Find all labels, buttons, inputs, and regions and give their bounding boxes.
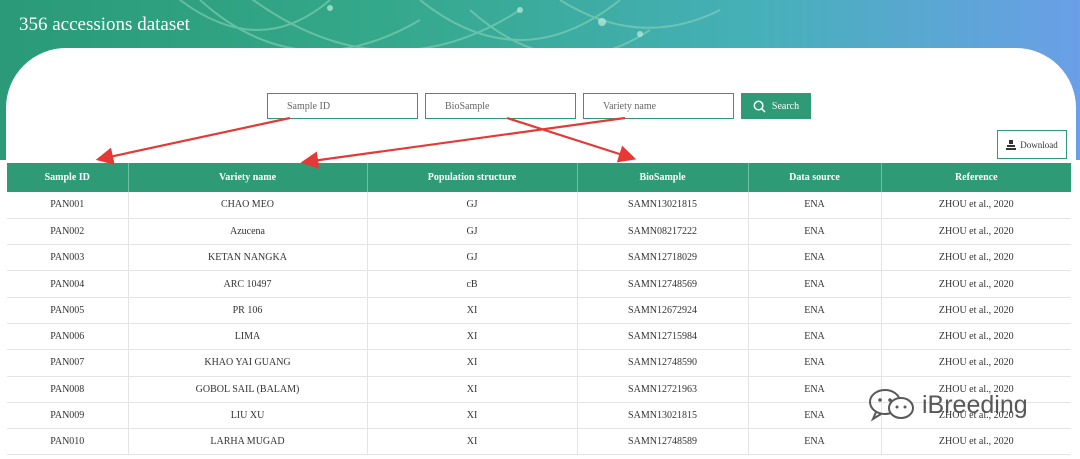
- watermark-text: iBreeding: [922, 390, 1028, 419]
- search-button-label: Search: [771, 100, 800, 112]
- population-structure-cell: XI: [367, 428, 578, 456]
- reference-cell: ZHOU et al., 2020: [881, 297, 1071, 324]
- reference-cell: ZHOU et al., 2020: [881, 192, 1071, 219]
- table-row: PAN001 CHAO MEO GJ SAMN13021815 ENA ZHOU et a…: [7, 192, 1071, 219]
- biosample-cell: SAMN12715984: [577, 323, 749, 351]
- reference-cell: ZHOU et al., 2020: [881, 323, 1071, 351]
- biosample-cell: SAMN12672924: [577, 297, 749, 324]
- variety-name-cell: KHAO YAI GUANG: [128, 349, 368, 377]
- download-icon: [1006, 139, 1017, 150]
- biosample-cell: SAMN12748589: [577, 428, 749, 456]
- variety-name-cell: GOBOL SAIL (BALAM): [128, 376, 368, 403]
- reference-cell: ZHOU et al., 2020: [881, 428, 1071, 456]
- table-row: PAN006 LIMA XI SAMN12715984 ENA ZHOU et al., …: [7, 323, 1071, 351]
- column-header-variety-name[interactable]: Variety name: [128, 163, 368, 192]
- variety-name-cell: PR 106: [128, 297, 368, 324]
- biosample-cell: SAMN13021815: [577, 402, 749, 430]
- sample-id-cell: PAN006: [7, 323, 129, 351]
- biosample-cell: SAMN12748590: [577, 349, 749, 377]
- table-row: PAN003 KETAN NANGKA GJ SAMN12718029 ENA ZHOU …: [7, 244, 1071, 272]
- data-source-cell: ENA: [748, 323, 882, 351]
- variety-name-cell: LIU XU: [128, 402, 368, 430]
- population-structure-cell: XI: [367, 349, 578, 377]
- population-structure-cell: cB: [367, 270, 578, 298]
- biosample-cell: SAMN08217222: [577, 218, 749, 246]
- biosample-cell: SAMN12748569: [577, 270, 749, 298]
- reference-cell: ZHOU et al., 2020: [881, 349, 1071, 377]
- variety-name-cell: LIMA: [128, 323, 368, 351]
- table-row: PAN002 Azucena GJ SAMN08217222 ENA ZHOU et al…: [7, 218, 1071, 246]
- data-source-cell: ENA: [748, 218, 882, 246]
- data-source-cell: ENA: [748, 428, 882, 456]
- variety-name-cell: ARC 10497: [128, 270, 368, 298]
- biosample-cell: SAMN13021815: [577, 192, 749, 219]
- watermark: iBreeding: [868, 388, 1028, 422]
- population-structure-cell: GJ: [367, 244, 578, 272]
- variety-name-cell: LARHA MUGAD: [128, 428, 368, 456]
- column-header-population-structure[interactable]: Population structure: [367, 163, 578, 192]
- sample-id-cell: PAN004: [7, 270, 129, 298]
- sample-id-input[interactable]: [267, 93, 418, 119]
- data-source-cell: ENA: [748, 297, 882, 324]
- search-button[interactable]: Search: [741, 93, 811, 119]
- table-header-row: Sample ID Variety name Population struct…: [7, 163, 1071, 192]
- table-row: PAN007 KHAO YAI GUANG XI SAMN12748590 ENA ZHO…: [7, 349, 1071, 377]
- reference-cell: ZHOU et al., 2020: [881, 270, 1071, 298]
- column-header-biosample[interactable]: BioSample: [577, 163, 749, 192]
- sample-id-cell: PAN002: [7, 218, 129, 246]
- biosample-input[interactable]: [425, 93, 576, 119]
- reference-cell: ZHOU et al., 2020: [881, 218, 1071, 246]
- biosample-cell: SAMN12718029: [577, 244, 749, 272]
- page-title: 356 accessions dataset: [19, 14, 190, 35]
- table-row: PAN010 LARHA MUGAD XI SAMN12748589 ENA ZHOU e…: [7, 428, 1071, 456]
- population-structure-cell: XI: [367, 376, 578, 403]
- download-button-label: Download: [1020, 139, 1058, 150]
- variety-name-cell: KETAN NANGKA: [128, 244, 368, 272]
- population-structure-cell: XI: [367, 297, 578, 324]
- data-source-cell: ENA: [748, 270, 882, 298]
- sample-id-cell: PAN010: [7, 428, 129, 456]
- download-button[interactable]: Download: [997, 130, 1067, 159]
- sample-id-cell: PAN009: [7, 402, 129, 430]
- column-header-reference[interactable]: Reference: [881, 163, 1071, 192]
- data-source-cell: ENA: [748, 376, 882, 403]
- data-source-cell: ENA: [748, 402, 882, 430]
- population-structure-cell: GJ: [367, 218, 578, 246]
- data-source-cell: ENA: [748, 192, 882, 219]
- data-source-cell: ENA: [748, 244, 882, 272]
- population-structure-cell: XI: [367, 323, 578, 351]
- biosample-cell: SAMN12721963: [577, 376, 749, 403]
- sample-id-cell: PAN007: [7, 349, 129, 377]
- column-header-data-source[interactable]: Data source: [748, 163, 882, 192]
- sample-id-cell: PAN003: [7, 244, 129, 272]
- population-structure-cell: GJ: [367, 192, 578, 219]
- variety-name-cell: Azucena: [128, 218, 368, 246]
- reference-cell: ZHOU et al., 2020: [881, 244, 1071, 272]
- data-source-cell: ENA: [748, 349, 882, 377]
- wechat-icon: [869, 389, 914, 422]
- search-icon: [753, 100, 766, 113]
- variety-name-cell: CHAO MEO: [128, 192, 368, 219]
- sample-id-cell: PAN001: [7, 192, 129, 219]
- column-header-sample-id[interactable]: Sample ID: [7, 163, 129, 192]
- table-row: PAN004 ARC 10497 cB SAMN12748569 ENA ZHOU et …: [7, 270, 1071, 298]
- table-row: PAN005 PR 106 XI SAMN12672924 ENA ZHOU et al.…: [7, 297, 1071, 324]
- sample-id-cell: PAN005: [7, 297, 129, 324]
- sample-id-cell: PAN008: [7, 376, 129, 403]
- population-structure-cell: XI: [367, 402, 578, 430]
- variety-name-input[interactable]: [583, 93, 734, 119]
